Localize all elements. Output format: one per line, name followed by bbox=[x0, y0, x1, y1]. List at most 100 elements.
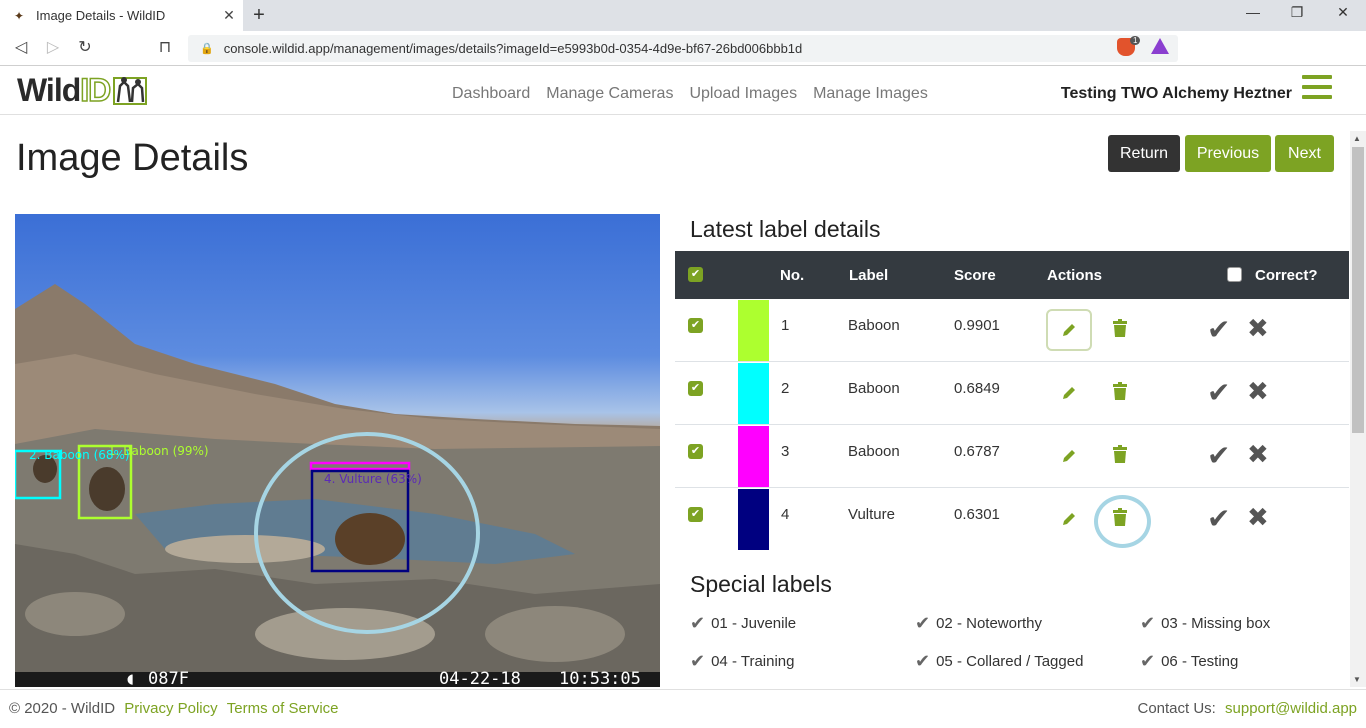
brave-rewards-icon[interactable] bbox=[1151, 38, 1169, 54]
page-scrollbar[interactable]: ▲ ▼ bbox=[1350, 131, 1366, 687]
row-label: Baboon bbox=[848, 380, 900, 397]
trash-icon[interactable] bbox=[1113, 382, 1127, 400]
row-label: Baboon bbox=[848, 443, 900, 460]
edit-button[interactable] bbox=[1046, 498, 1092, 540]
nav-upload-images[interactable]: Upload Images bbox=[689, 85, 797, 103]
correct-check-icon[interactable]: ✔ bbox=[1207, 502, 1230, 535]
special-label-item[interactable]: ✔ 05 - Collared / Tagged bbox=[915, 651, 1083, 672]
browser-tab[interactable]: ✦ Image Details - WildID ✕ bbox=[0, 0, 243, 31]
col-label: Label bbox=[849, 267, 889, 284]
terms-of-service-link[interactable]: Terms of Service bbox=[227, 700, 339, 717]
close-tab-icon[interactable]: ✕ bbox=[221, 7, 237, 24]
nav-dashboard[interactable]: Dashboard bbox=[452, 85, 530, 103]
special-label-item[interactable]: ✔ 03 - Missing box bbox=[1140, 613, 1270, 634]
row-checkbox[interactable]: ✔ bbox=[688, 507, 703, 522]
correct-check-icon[interactable]: ✔ bbox=[1207, 376, 1230, 409]
incorrect-x-icon[interactable]: ✖ bbox=[1247, 439, 1269, 470]
main-nav: Dashboard Manage Cameras Upload Images M… bbox=[452, 85, 928, 103]
table-row: ✔ 2 Baboon 0.6849 ✔ ✖ bbox=[675, 362, 1349, 425]
special-label-item[interactable]: ✔ 01 - Juvenile bbox=[690, 613, 796, 634]
pencil-icon bbox=[1063, 450, 1075, 462]
support-email-link[interactable]: support@wildid.app bbox=[1225, 700, 1357, 717]
row-no: 2 bbox=[781, 380, 790, 397]
site-footer: © 2020 - WildID Privacy Policy Terms of … bbox=[0, 689, 1366, 728]
previous-button[interactable]: Previous bbox=[1185, 135, 1271, 172]
col-actions: Actions bbox=[1047, 267, 1103, 284]
logo-wild: Wild bbox=[17, 71, 81, 108]
camera-stamp: 087F bbox=[148, 669, 189, 687]
url-text: console.wildid.app/management/images/det… bbox=[223, 41, 803, 56]
correct-all-checkbox[interactable] bbox=[1227, 267, 1242, 282]
trash-icon[interactable] bbox=[1113, 445, 1127, 463]
row-score: 0.9901 bbox=[954, 317, 1000, 334]
trash-highlight-ring bbox=[1094, 495, 1151, 548]
bookmark-icon[interactable]: ⊓ bbox=[154, 37, 176, 59]
restore-icon[interactable]: ❐ bbox=[1274, 4, 1320, 21]
edit-button[interactable] bbox=[1046, 309, 1092, 351]
color-swatch bbox=[738, 300, 769, 361]
url-input[interactable]: 🔒 console.wildid.app/management/images/d… bbox=[188, 35, 1178, 62]
logo-id: ID bbox=[80, 71, 113, 109]
copyright: © 2020 - WildID bbox=[9, 700, 116, 717]
site-header: Wild ID Dashboard Manage Cameras Upload … bbox=[0, 66, 1366, 115]
incorrect-x-icon[interactable]: ✖ bbox=[1247, 313, 1269, 344]
pencil-icon bbox=[1063, 513, 1075, 525]
col-correct: Correct? bbox=[1255, 267, 1318, 284]
edit-button[interactable] bbox=[1046, 372, 1092, 414]
incorrect-x-icon[interactable]: ✖ bbox=[1247, 376, 1269, 407]
time-stamp: 10:53:05 bbox=[559, 669, 641, 687]
row-score: 0.6849 bbox=[954, 380, 1000, 397]
detection-caption-2: 2. Baboon (68%) bbox=[29, 448, 130, 462]
edit-button[interactable] bbox=[1046, 435, 1092, 477]
table-row: ✔ 1 Baboon 0.9901 ✔ ✖ bbox=[675, 299, 1349, 362]
contact-label: Contact Us: bbox=[1137, 700, 1216, 717]
special-label-text: 02 - Noteworthy bbox=[936, 615, 1042, 632]
browser-tab-bar: ✦ Image Details - WildID ✕ + — ❐ ✕ bbox=[0, 0, 1366, 31]
check-icon: ✔ bbox=[690, 613, 706, 633]
row-label: Vulture bbox=[848, 506, 895, 523]
color-swatch bbox=[738, 363, 769, 424]
special-label-item[interactable]: ✔ 02 - Noteworthy bbox=[915, 613, 1042, 634]
next-button[interactable]: Next bbox=[1275, 135, 1334, 172]
color-swatch bbox=[738, 426, 769, 487]
check-icon: ✔ bbox=[690, 651, 706, 671]
trash-icon[interactable] bbox=[1113, 319, 1127, 337]
date-stamp: 04-22-18 bbox=[439, 669, 521, 687]
special-labels-heading: Special labels bbox=[690, 571, 832, 597]
scroll-up-icon[interactable]: ▲ bbox=[1353, 134, 1361, 143]
back-icon[interactable]: ◁ bbox=[10, 37, 32, 59]
select-all-checkbox[interactable]: ✔ bbox=[688, 267, 703, 282]
row-checkbox[interactable]: ✔ bbox=[688, 318, 703, 333]
scroll-thumb[interactable] bbox=[1352, 147, 1364, 433]
row-score: 0.6301 bbox=[954, 506, 1000, 523]
incorrect-x-icon[interactable]: ✖ bbox=[1247, 502, 1269, 533]
correct-check-icon[interactable]: ✔ bbox=[1207, 313, 1230, 346]
minimize-icon[interactable]: — bbox=[1230, 4, 1276, 20]
page-title: Image Details bbox=[16, 137, 249, 179]
nav-manage-cameras[interactable]: Manage Cameras bbox=[546, 85, 673, 103]
pencil-icon bbox=[1063, 387, 1075, 399]
reload-icon[interactable]: ↻ bbox=[74, 37, 96, 59]
special-label-text: 01 - Juvenile bbox=[711, 615, 797, 632]
return-button[interactable]: Return bbox=[1108, 135, 1180, 172]
row-score: 0.6787 bbox=[954, 443, 1000, 460]
tab-title: Image Details - WildID bbox=[36, 8, 166, 23]
row-checkbox[interactable]: ✔ bbox=[688, 381, 703, 396]
color-swatch bbox=[738, 489, 769, 550]
nav-manage-images[interactable]: Manage Images bbox=[813, 85, 928, 103]
new-tab-button[interactable]: + bbox=[250, 4, 268, 27]
row-checkbox[interactable]: ✔ bbox=[688, 444, 703, 459]
scroll-down-icon[interactable]: ▼ bbox=[1353, 675, 1361, 684]
special-label-text: 04 - Training bbox=[711, 653, 795, 670]
hamburger-menu-icon[interactable] bbox=[1302, 75, 1332, 101]
window-close-icon[interactable]: ✕ bbox=[1320, 4, 1366, 21]
correct-check-icon[interactable]: ✔ bbox=[1207, 439, 1230, 472]
label-details-heading: Latest label details bbox=[690, 216, 881, 242]
privacy-policy-link[interactable]: Privacy Policy bbox=[124, 700, 217, 717]
special-label-item[interactable]: ✔ 06 - Testing bbox=[1140, 651, 1238, 672]
check-icon: ✔ bbox=[1140, 651, 1156, 671]
special-label-item[interactable]: ✔ 04 - Training bbox=[690, 651, 794, 672]
wildid-logo[interactable]: Wild ID bbox=[17, 70, 148, 110]
lock-icon: 🔒 bbox=[200, 43, 214, 55]
forward-icon[interactable]: ▷ bbox=[42, 37, 64, 59]
